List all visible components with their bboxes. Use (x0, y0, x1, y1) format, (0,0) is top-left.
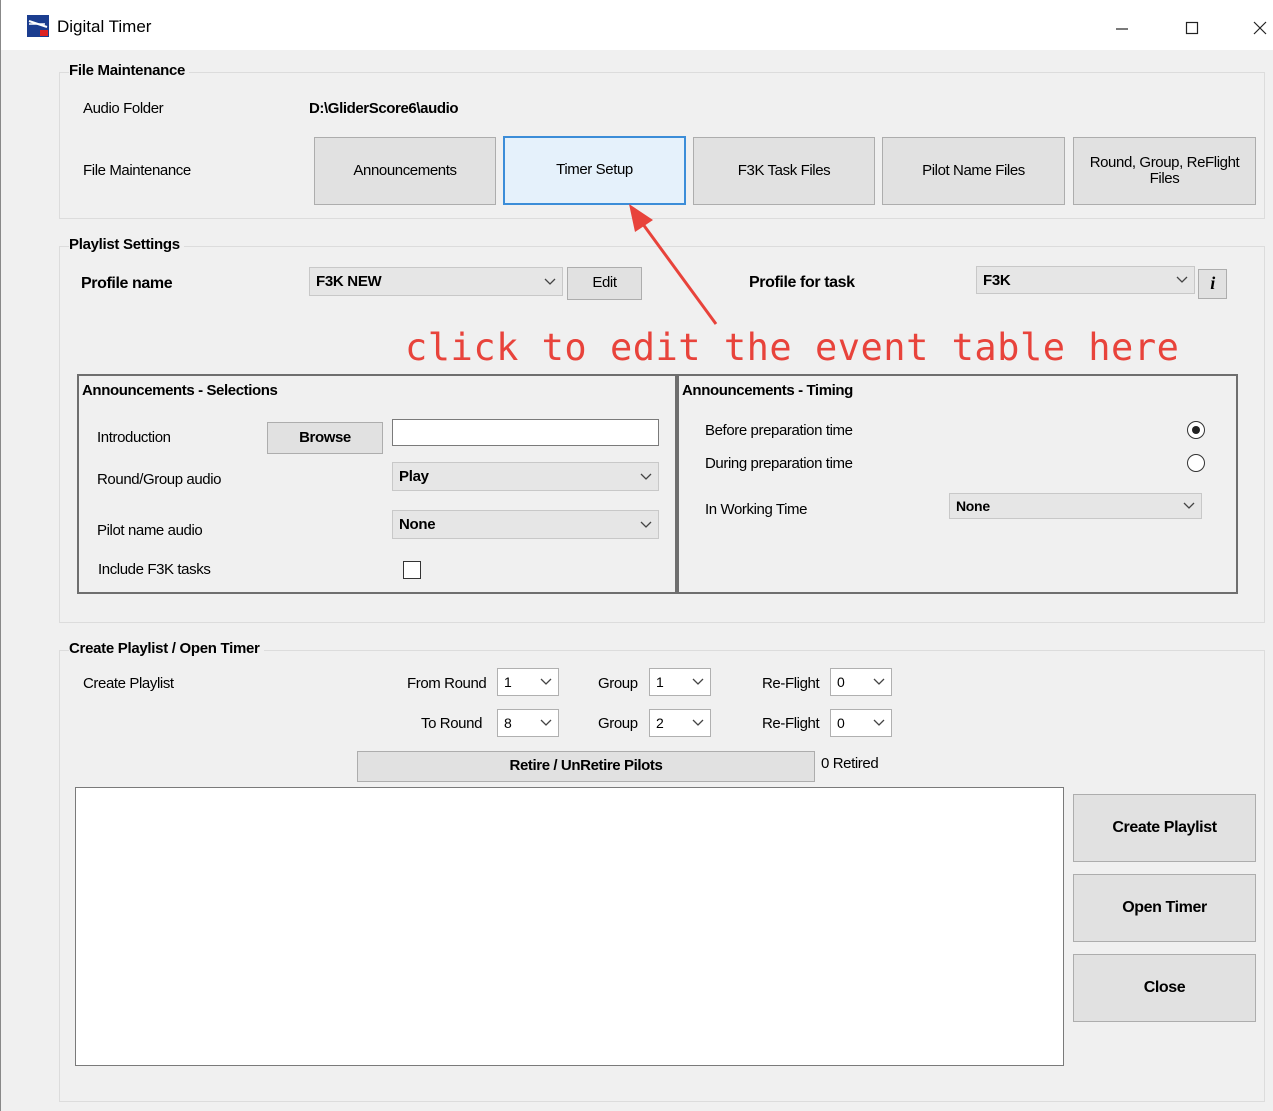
browse-button[interactable]: Browse (267, 422, 383, 454)
profile-name-label: Profile name (81, 275, 173, 292)
include-f3k-tasks-label: Include F3K tasks (98, 561, 211, 578)
close-button[interactable]: Close (1073, 954, 1256, 1022)
profile-name-value: F3K NEW (316, 273, 382, 290)
audio-folder-label: Audio Folder (83, 100, 164, 117)
round-group-audio-select[interactable]: Play (392, 462, 659, 491)
from-round-value: 1 (504, 674, 512, 690)
before-prep-radio[interactable] (1187, 421, 1205, 439)
chevron-down-icon (1183, 502, 1195, 509)
announcements-timing-panel (677, 374, 1238, 594)
close-window-button[interactable] (1237, 10, 1273, 44)
to-reflight-select[interactable]: 0 (830, 709, 892, 737)
title-bar: Digital Timer (1, 0, 1273, 50)
to-group-label: Group (598, 715, 638, 732)
chevron-down-icon (544, 278, 556, 285)
announcements-button[interactable]: Announcements (314, 137, 496, 205)
from-round-select[interactable]: 1 (497, 668, 559, 696)
maximize-button[interactable] (1169, 10, 1215, 44)
create-playlist-group-title: Create Playlist / Open Timer (69, 640, 264, 657)
during-prep-radio[interactable] (1187, 454, 1205, 472)
file-maintenance-row-label: File Maintenance (83, 162, 191, 179)
to-reflight-value: 0 (837, 715, 845, 731)
info-button[interactable]: i (1198, 269, 1227, 299)
chevron-down-icon (692, 678, 704, 685)
from-reflight-label: Re-Flight (762, 675, 820, 692)
profile-for-task-value: F3K (983, 271, 1011, 289)
chevron-down-icon (1176, 276, 1188, 283)
annotation-arrow-icon (629, 204, 718, 325)
from-group-value: 1 (656, 674, 664, 690)
retire-unretire-pilots-button[interactable]: Retire / UnRetire Pilots (357, 751, 815, 782)
profile-for-task-label: Profile for task (749, 274, 855, 291)
pilot-name-files-button[interactable]: Pilot Name Files (882, 137, 1065, 205)
to-round-value: 8 (504, 715, 512, 731)
create-playlist-row-label: Create Playlist (83, 675, 174, 692)
introduction-label: Introduction (97, 429, 171, 446)
pilot-name-audio-select[interactable]: None (392, 510, 659, 539)
chevron-down-icon (540, 719, 552, 726)
chevron-down-icon (873, 678, 885, 685)
announcements-timing-title: Announcements - Timing (682, 382, 853, 399)
pilot-name-audio-label: Pilot name audio (97, 522, 203, 539)
minimize-icon (1116, 28, 1128, 30)
introduction-input[interactable] (392, 419, 659, 446)
from-round-label: From Round (407, 675, 487, 692)
to-round-label: To Round (421, 715, 483, 732)
round-group-audio-value: Play (399, 468, 429, 485)
from-reflight-select[interactable]: 0 (830, 668, 892, 696)
create-playlist-button[interactable]: Create Playlist (1073, 794, 1256, 862)
digital-timer-window: Digital Timer File Maintenance Audio Fol… (0, 0, 1273, 1111)
announcements-selections-title: Announcements - Selections (82, 382, 278, 399)
during-prep-label: During preparation time (705, 455, 853, 472)
profile-name-select[interactable]: F3K NEW (309, 267, 563, 296)
chevron-down-icon (640, 521, 652, 528)
window-title: Digital Timer (57, 17, 152, 36)
round-group-reflight-files-button[interactable]: Round, Group, ReFlight Files (1073, 137, 1256, 205)
close-icon (1253, 21, 1267, 35)
open-timer-button[interactable]: Open Timer (1073, 874, 1256, 942)
minimize-button[interactable] (1099, 10, 1145, 44)
chevron-down-icon (692, 719, 704, 726)
pilot-name-audio-value: None (399, 516, 436, 533)
to-group-select[interactable]: 2 (649, 709, 711, 737)
timer-setup-button[interactable]: Timer Setup (503, 136, 686, 205)
before-prep-label: Before preparation time (705, 422, 853, 439)
include-f3k-tasks-checkbox[interactable] (403, 561, 421, 579)
playlist-listbox[interactable] (75, 787, 1064, 1066)
audio-folder-value: D:\GliderScore6\audio (309, 100, 459, 117)
chevron-down-icon (640, 473, 652, 480)
maximize-icon (1185, 22, 1199, 35)
working-time-value: None (956, 498, 990, 514)
retired-status: 0 Retired (821, 755, 879, 772)
to-round-select[interactable]: 8 (497, 709, 559, 737)
profile-for-task-select[interactable]: F3K (976, 266, 1195, 294)
to-group-value: 2 (656, 715, 664, 731)
working-time-label: In Working Time (705, 501, 808, 518)
working-time-select[interactable]: None (949, 493, 1202, 519)
f3k-task-files-button[interactable]: F3K Task Files (693, 137, 875, 205)
to-reflight-label: Re-Flight (762, 715, 820, 732)
file-maintenance-group-title: File Maintenance (69, 62, 190, 79)
from-group-label: Group (598, 675, 638, 692)
from-reflight-value: 0 (837, 674, 845, 690)
app-icon (27, 15, 49, 37)
info-icon: i (1210, 273, 1215, 294)
chevron-down-icon (873, 719, 885, 726)
playlist-settings-group-title: Playlist Settings (69, 236, 184, 253)
chevron-down-icon (540, 678, 552, 685)
round-group-audio-label: Round/Group audio (97, 471, 222, 488)
from-group-select[interactable]: 1 (649, 668, 711, 696)
annotation-text: click to edit the event table here (405, 326, 1180, 369)
